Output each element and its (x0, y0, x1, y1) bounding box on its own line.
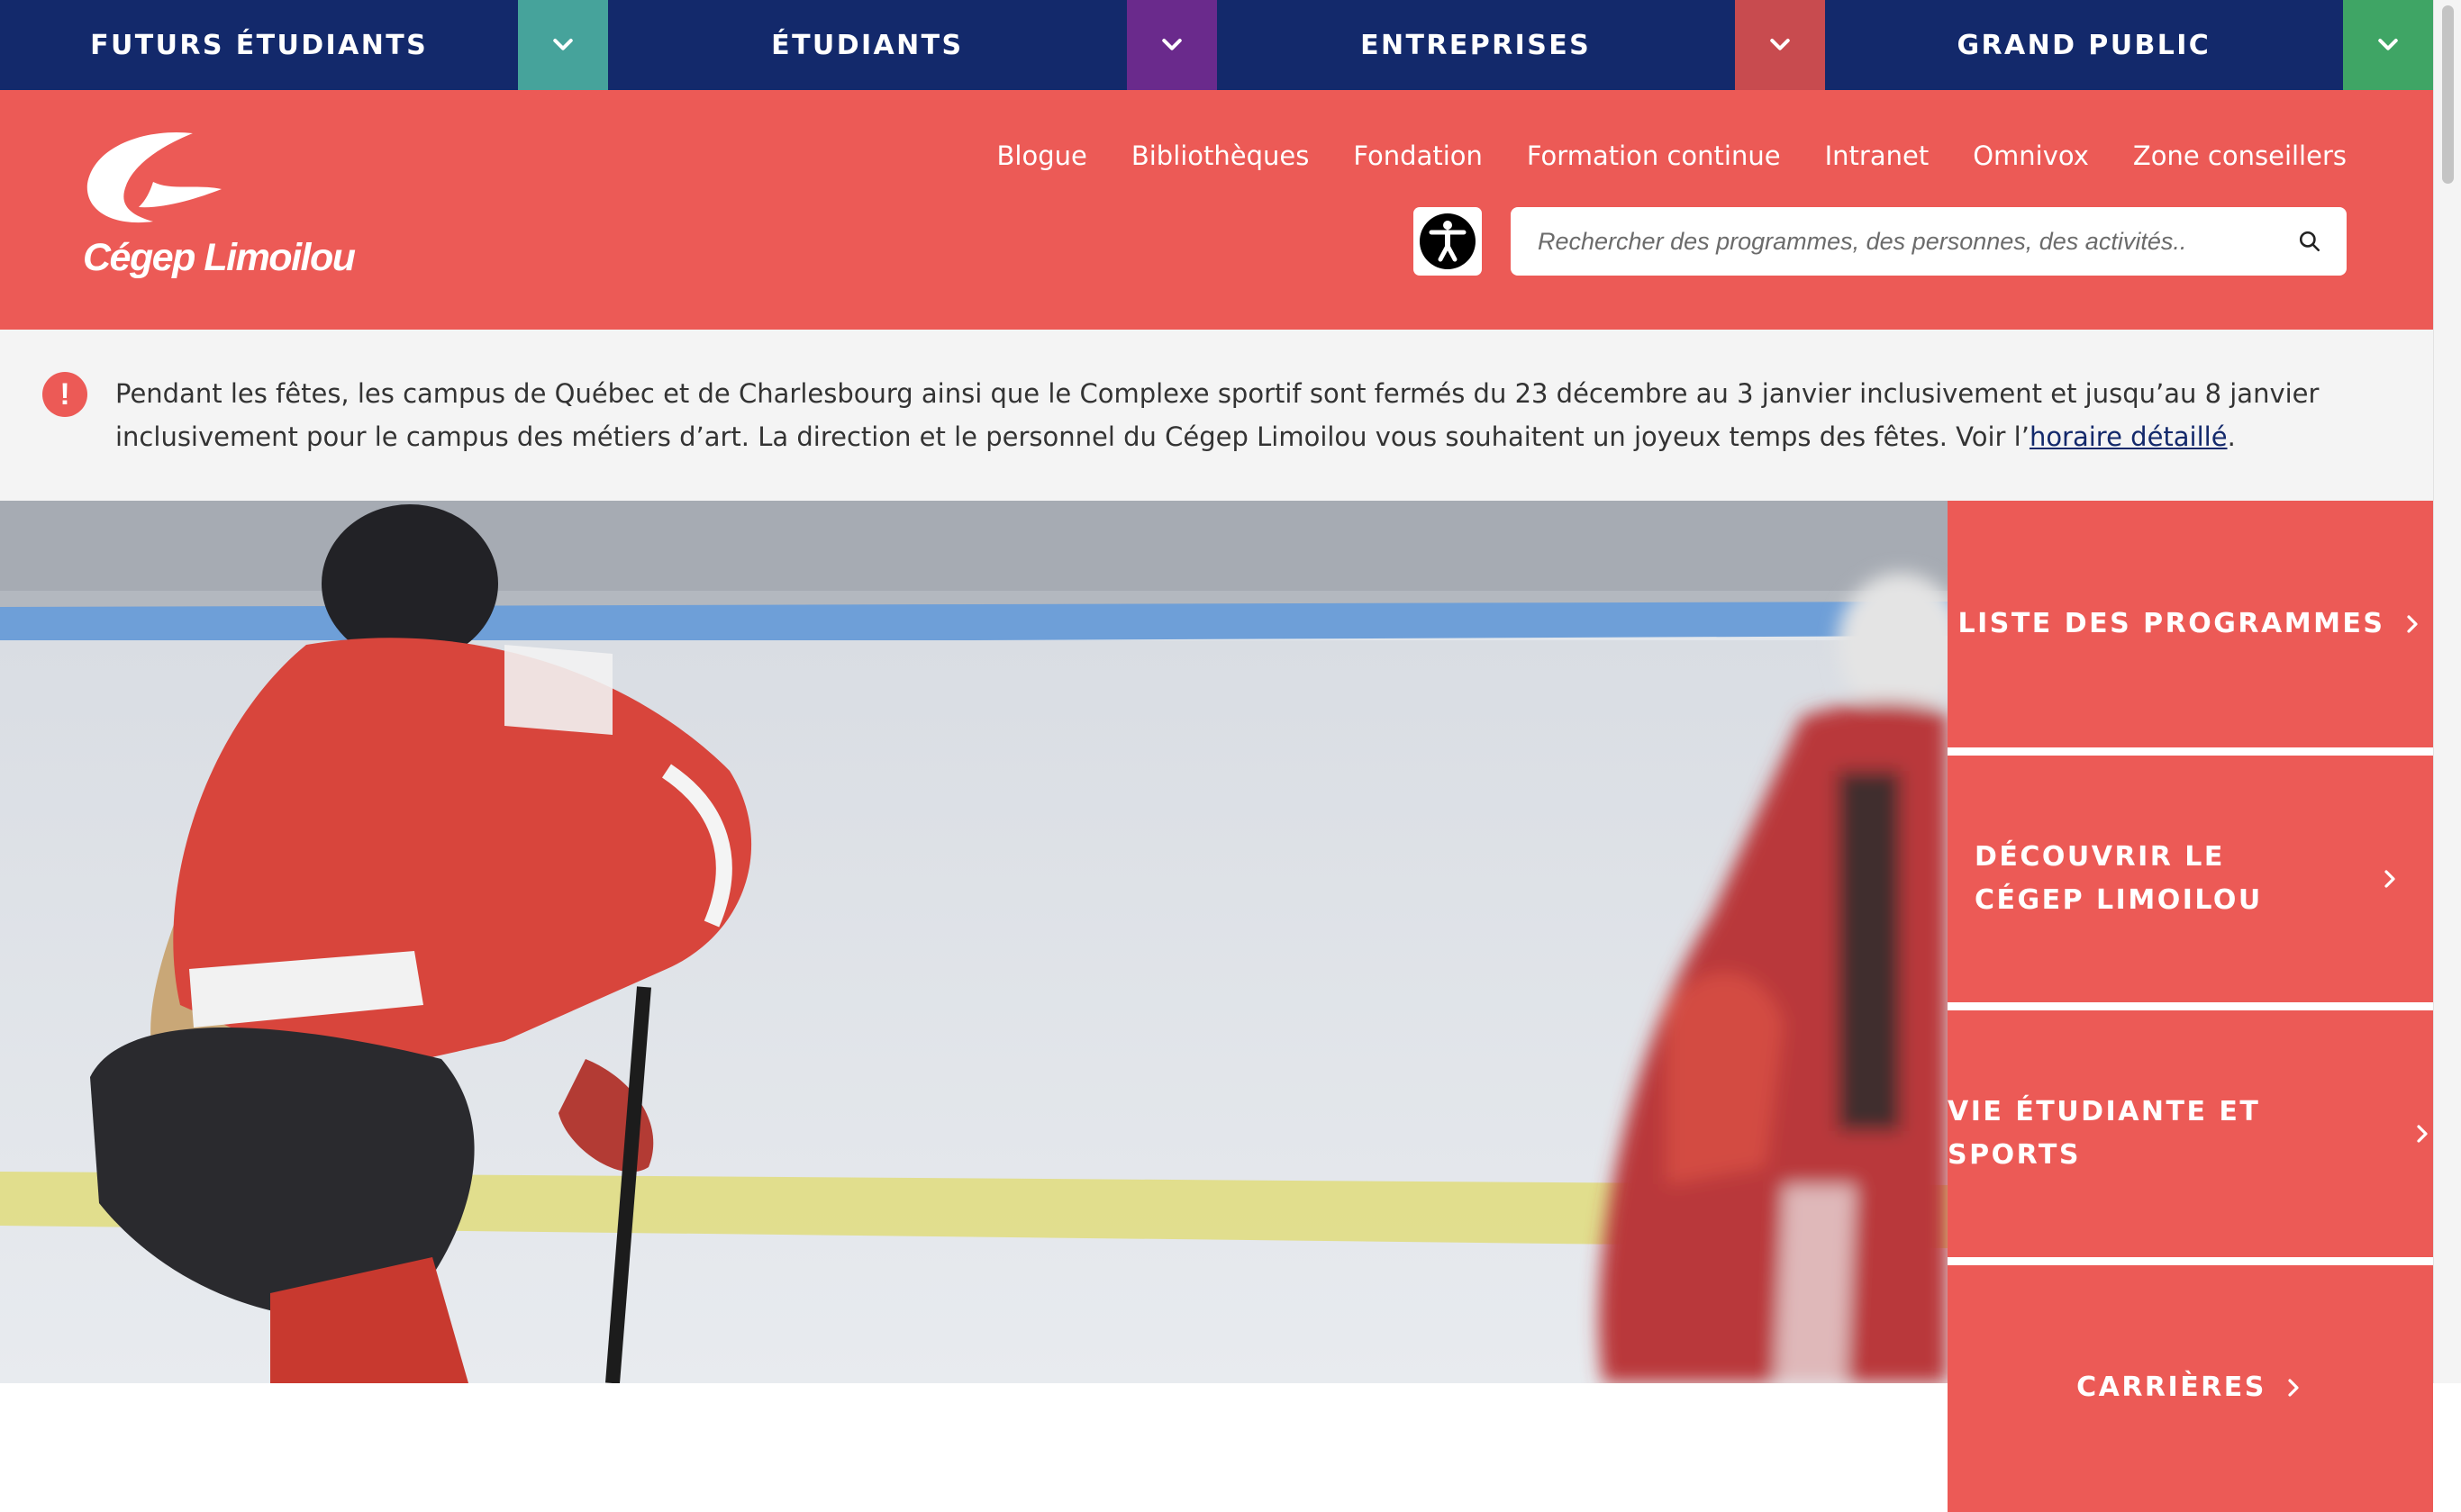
audience-label-grand-public[interactable]: GRAND PUBLIC (1825, 0, 2343, 90)
utility-nav: Blogue Bibliothèques Fondation Formation… (997, 140, 2347, 171)
chevron-right-icon (2417, 1125, 2428, 1143)
quick-link-label: VIE ÉTUDIANTE ET SPORTS (1948, 1096, 2261, 1171)
audience-item-etudiants[interactable]: ÉTUDIANTS (608, 0, 1217, 90)
audience-nav: FUTURS ÉTUDIANTS ÉTUDIANTS ENTREPRISES G… (0, 0, 2433, 90)
util-link-omnivox[interactable]: Omnivox (1973, 140, 2089, 171)
alert-end: . (2227, 421, 2236, 452)
quick-link-liste-des-programmes[interactable]: LISTE DES PROGRAMMES (1948, 501, 2433, 747)
accessibility-icon (1420, 213, 1476, 269)
alert-icon: ! (42, 372, 87, 417)
util-link-bibliotheques[interactable]: Bibliothèques (1131, 140, 1310, 171)
chevron-down-icon[interactable] (1126, 0, 1217, 90)
chevron-down-icon[interactable] (1734, 0, 1825, 90)
util-link-fondation[interactable]: Fondation (1353, 140, 1483, 171)
alert-schedule-link[interactable]: horaire détaillé (2030, 421, 2228, 452)
util-link-blogue[interactable]: Blogue (997, 140, 1087, 171)
search-input[interactable] (1536, 226, 2282, 257)
audience-item-grand-public[interactable]: GRAND PUBLIC (1825, 0, 2433, 90)
chevron-right-icon (2406, 615, 2418, 633)
logo-text: Cégep Limoilou (83, 236, 356, 279)
chevron-right-icon (2384, 870, 2395, 888)
hero-hockey-illustration (0, 501, 1948, 1383)
quick-link-label: CARRIÈRES (2076, 1372, 2266, 1403)
logo-mark-icon (86, 131, 222, 223)
audience-item-futurs-etudiants[interactable]: FUTURS ÉTUDIANTS (0, 0, 609, 90)
alert-banner: ! Pendant les fêtes, les campus de Québe… (0, 330, 2433, 501)
site-logo[interactable]: Cégep Limoilou (83, 128, 371, 290)
util-link-zone-conseillers[interactable]: Zone conseillers (2133, 140, 2347, 171)
audience-label-futurs-etudiants[interactable]: FUTURS ÉTUDIANTS (0, 0, 518, 90)
quick-link-carrieres[interactable]: CARRIÈRES (1948, 1265, 2433, 1512)
accessibility-button[interactable] (1413, 207, 1482, 276)
alert-message: Pendant les fêtes, les campus de Québec … (115, 378, 2320, 452)
quick-link-vie-etudiante[interactable]: VIE ÉTUDIANTE ET SPORTS (1948, 1010, 2433, 1257)
hero-image (0, 501, 1948, 1383)
chevron-down-icon[interactable] (518, 0, 609, 90)
audience-label-etudiants[interactable]: ÉTUDIANTS (608, 0, 1126, 90)
util-link-intranet[interactable]: Intranet (1825, 140, 1930, 171)
audience-item-entreprises[interactable]: ENTREPRISES (1217, 0, 1825, 90)
search-box (1511, 207, 2347, 276)
quick-link-decouvrir[interactable]: DÉCOUVRIR LE CÉGEP LIMOILOU (1948, 756, 2433, 1002)
quick-link-label: DÉCOUVRIR LE CÉGEP LIMOILOU (1975, 841, 2263, 916)
quick-link-label: LISTE DES PROGRAMMES (1957, 608, 2385, 639)
alert-text: Pendant les fêtes, les campus de Québec … (115, 372, 2367, 458)
quick-links: LISTE DES PROGRAMMES DÉCOUVRIR LE CÉGEP … (1948, 501, 2433, 1512)
chevron-right-icon (2288, 1379, 2299, 1397)
search-icon[interactable] (2298, 230, 2321, 253)
scrollbar-thumb[interactable] (2442, 5, 2454, 184)
site-header: Cégep Limoilou Blogue Bibliothèques Fond… (0, 90, 2433, 330)
util-link-formation-continue[interactable]: Formation continue (1527, 140, 1781, 171)
page-scrollbar[interactable] (2433, 0, 2461, 1383)
audience-label-entreprises[interactable]: ENTREPRISES (1217, 0, 1735, 90)
chevron-down-icon[interactable] (2343, 0, 2433, 90)
